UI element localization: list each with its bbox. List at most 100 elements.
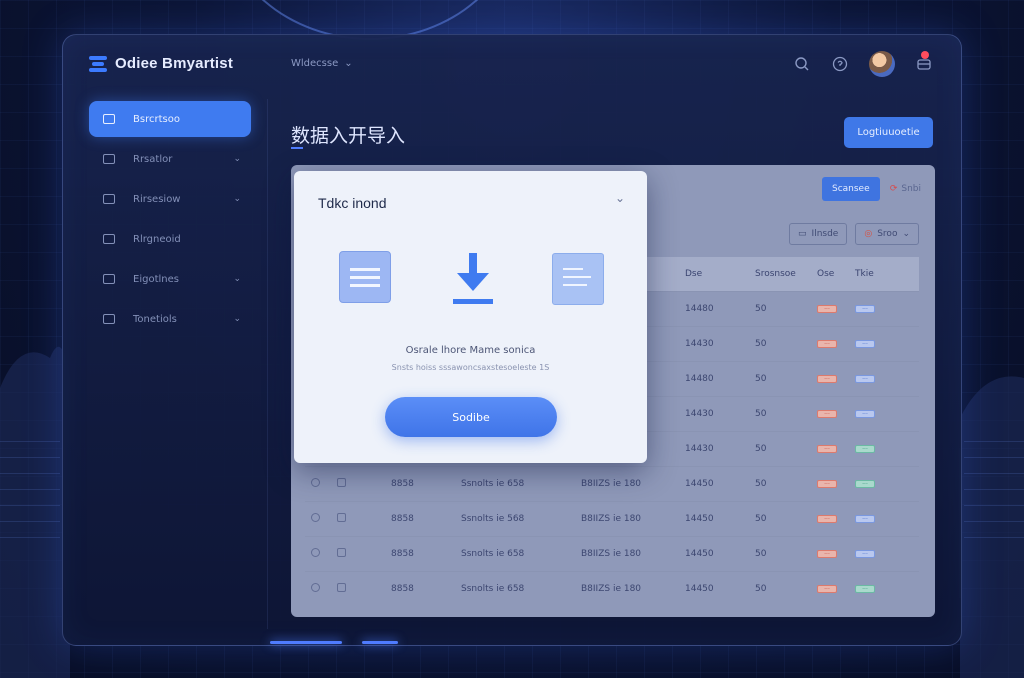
row-radio[interactable] xyxy=(311,477,320,487)
cell-id: B8IIZS ie 180 xyxy=(581,583,642,594)
table-row[interactable]: 8858 Ssnolts ie 658 B8IIZS ie 180 14450 50 ··… xyxy=(305,465,919,501)
cell-count: 50 xyxy=(755,373,767,384)
avatar[interactable] xyxy=(869,51,895,77)
table-cell: 14450 xyxy=(679,465,749,501)
type-tag: ··· xyxy=(855,549,875,558)
table-cell: ··· xyxy=(849,430,919,466)
chart-icon xyxy=(103,274,115,284)
cell-date: 14480 xyxy=(685,303,714,314)
cell-date: 14480 xyxy=(685,373,714,384)
table-cell xyxy=(331,570,385,606)
title-underline xyxy=(291,147,303,149)
cell-date: 14450 xyxy=(685,583,714,594)
page-title: 数据入开导入 xyxy=(291,125,406,147)
table-cell: B8IIZS ie 180 xyxy=(575,465,679,501)
table-cell: 50 xyxy=(749,430,811,466)
sidebar-item-import[interactable]: Rrsatlor ⌄ xyxy=(89,141,251,177)
panel-toolbar: Scansee ⟳ Snbi xyxy=(821,177,921,201)
row-radio[interactable] xyxy=(311,582,320,592)
cell-name: Ssnolts ie 658 xyxy=(461,548,525,559)
sidebar-item-settings[interactable]: Tonetiols ⌄ xyxy=(89,301,251,337)
table-cell xyxy=(331,500,385,536)
sidebar-item-data[interactable]: Rlrgneoid xyxy=(89,221,251,257)
table-cell: ··· xyxy=(811,535,849,571)
search-icon[interactable] xyxy=(793,55,811,73)
import-modal: Tdkc inond ⌄ Osrale lhore Mame sonica Sn… xyxy=(294,171,647,463)
download-icon xyxy=(453,253,493,304)
sidebar-item-charts[interactable]: Eigotlnes ⌄ xyxy=(89,261,251,297)
cell-date: 14430 xyxy=(685,408,714,419)
row-checkbox[interactable] xyxy=(337,547,346,557)
row-checkbox[interactable] xyxy=(337,477,346,487)
table-cell: ··· xyxy=(811,360,849,396)
cell-code: 8858 xyxy=(391,478,414,489)
table-cell: ··· xyxy=(849,360,919,396)
filter-label: Sroo xyxy=(877,229,898,239)
table-row[interactable]: 8858 Ssnolts ie 568 B8IIZS ie 180 14450 50 ··… xyxy=(305,500,919,536)
table-cell: ··· xyxy=(849,500,919,536)
modal-hint: Snsts hoiss sssawoncsaxstesoeleste 1S xyxy=(391,363,550,372)
sidebar-item-dashboard[interactable]: Bsrcrtsoo xyxy=(89,101,251,137)
table-cell: 14450 xyxy=(679,500,749,536)
cell-date: 14450 xyxy=(685,478,714,489)
sidebar-item-label: Rlrgneoid xyxy=(133,233,181,245)
table-row[interactable]: 8858 Ssnolts ie 658 B8IIZS ie 180 14450 50 ··… xyxy=(305,570,919,606)
import-button[interactable]: Logtiuuoetie xyxy=(844,117,933,148)
table-cell xyxy=(331,465,385,501)
table-cell: 14450 xyxy=(679,535,749,571)
file-icon xyxy=(552,251,607,305)
type-tag: ··· xyxy=(855,409,875,418)
table-cell: ··· xyxy=(811,395,849,431)
filter-label: Ilnsde xyxy=(811,229,839,239)
header-actions xyxy=(793,51,933,77)
table-cell xyxy=(305,500,331,536)
table-cell: Ssnolts ie 658 xyxy=(455,570,575,606)
modal-description: Osrale lhore Mame sonica xyxy=(405,345,536,356)
table-cell: ··· xyxy=(811,500,849,536)
workspace-label: Wldecsse xyxy=(291,58,339,69)
row-radio[interactable] xyxy=(311,512,320,522)
scan-button[interactable]: Scansee xyxy=(821,177,880,201)
modal-confirm-button[interactable]: Sodibe xyxy=(385,397,557,437)
row-radio[interactable] xyxy=(311,547,320,557)
top-bar: Odiee Bmyartist Wldecsse ⌄ xyxy=(63,35,961,95)
cell-code: 8858 xyxy=(391,583,414,594)
row-checkbox[interactable] xyxy=(337,512,346,522)
type-tag: ··· xyxy=(855,514,875,523)
cell-count: 50 xyxy=(755,548,767,559)
table-cell: 8858 xyxy=(385,535,455,571)
table-row[interactable]: 8858 Ssnolts ie 658 B8IIZS ie 180 14450 50 ··… xyxy=(305,535,919,571)
sidebar-item-label: Rirsesiow xyxy=(133,193,181,205)
chevron-down-icon: ⌄ xyxy=(902,229,910,239)
table-cell xyxy=(305,465,331,501)
type-tag: ··· xyxy=(855,374,875,383)
logo-icon xyxy=(89,55,107,72)
chevron-down-icon: ⌄ xyxy=(233,314,241,324)
document-icon xyxy=(339,251,391,303)
help-icon[interactable] xyxy=(831,55,849,73)
filter-sort[interactable]: ◎ Sroo ⌄ xyxy=(855,223,919,245)
refresh-link[interactable]: ⟳ Snbi xyxy=(890,184,921,194)
table-cell: 50 xyxy=(749,360,811,396)
app-logo[interactable]: Odiee Bmyartist xyxy=(89,55,233,72)
table-cell: ··· xyxy=(849,465,919,501)
row-checkbox[interactable] xyxy=(337,582,346,592)
filter-export[interactable]: ▭ Ilnsde xyxy=(789,223,848,245)
table-cell: B8IIZS ie 180 xyxy=(575,570,679,606)
chevron-down-icon[interactable]: ⌄ xyxy=(615,191,625,205)
status-tag: ··· xyxy=(817,514,837,523)
data-icon xyxy=(103,234,115,244)
table-cell: 50 xyxy=(749,290,811,326)
sidebar-item-list[interactable]: Rirsesiow ⌄ xyxy=(89,181,251,217)
table-cell: 50 xyxy=(749,500,811,536)
sidebar-item-label: Rrsatlor xyxy=(133,153,173,165)
sidebar-item-label: Tonetiols xyxy=(133,313,177,325)
workspace-select[interactable]: Wldecsse ⌄ xyxy=(291,58,353,69)
window-glow-line xyxy=(270,641,342,644)
cell-name: Ssnolts ie 568 xyxy=(461,513,525,524)
col-header: Tkie xyxy=(849,257,919,291)
cell-count: 50 xyxy=(755,303,767,314)
cell-code: 8858 xyxy=(391,513,414,524)
cell-date: 14450 xyxy=(685,548,714,559)
table-cell: ··· xyxy=(811,325,849,361)
